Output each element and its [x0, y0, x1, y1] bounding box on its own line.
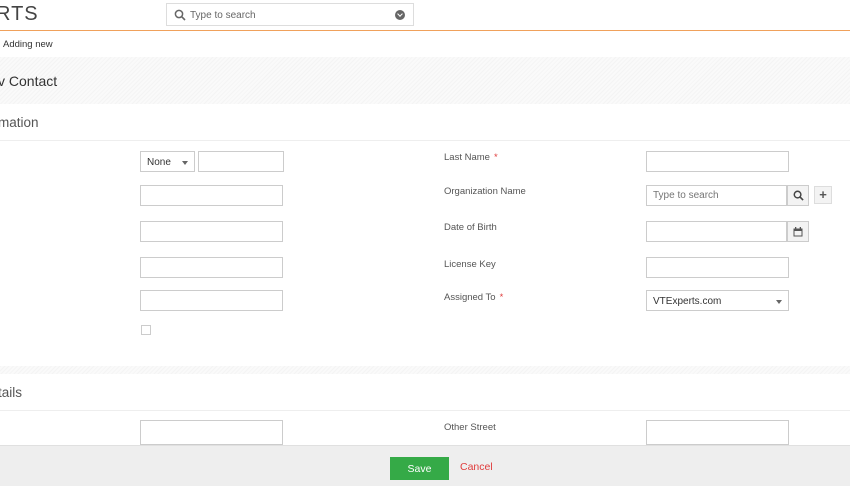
assigned-to-value: VTExperts.com — [653, 296, 722, 307]
page-title: v Contact — [0, 73, 58, 89]
mailing-street-field[interactable] — [140, 420, 283, 445]
salutation-select[interactable]: None — [140, 151, 195, 172]
cancel-link[interactable]: Cancel — [460, 461, 493, 473]
org-search-button[interactable] — [787, 185, 809, 206]
left-field-3[interactable] — [140, 221, 283, 242]
calendar-button[interactable] — [787, 221, 809, 242]
form-footer: Save Cancel — [0, 445, 850, 486]
left-field-5[interactable] — [140, 290, 283, 311]
section-separator — [0, 366, 850, 374]
section-address-details: tails — [0, 374, 850, 411]
other-street-label: Other Street — [444, 422, 496, 433]
top-bar: RTS — [0, 0, 850, 31]
last-name-field[interactable] — [646, 151, 789, 172]
calendar-icon — [793, 227, 803, 237]
section-basic-information: mation — [0, 104, 850, 141]
dob-label: Date of Birth — [444, 222, 497, 233]
license-key-field[interactable] — [646, 257, 789, 278]
assigned-to-select[interactable]: VTExperts.com — [646, 290, 789, 311]
breadcrumb: Adding new — [3, 39, 53, 50]
salutation-value: None — [147, 157, 171, 168]
save-button[interactable]: Save — [390, 457, 449, 480]
section-title-basic: mation — [0, 115, 39, 130]
chevron-down-icon — [182, 161, 188, 165]
global-search[interactable] — [166, 3, 414, 26]
search-options-icon[interactable] — [395, 10, 405, 20]
chevron-down-icon — [776, 300, 782, 304]
left-field-4[interactable] — [140, 257, 283, 278]
other-street-field[interactable] — [646, 420, 789, 445]
app-logo[interactable]: RTS — [0, 3, 39, 26]
left-checkbox[interactable] — [141, 325, 151, 335]
assigned-to-label: Assigned To * — [444, 292, 504, 303]
search-icon — [174, 9, 186, 21]
section-title-address: tails — [0, 385, 23, 400]
org-name-label: Organization Name — [444, 186, 526, 197]
global-search-input[interactable] — [188, 7, 382, 24]
license-key-label: License Key — [444, 259, 496, 270]
title-bar: v Contact — [0, 57, 850, 104]
left-field-2[interactable] — [140, 185, 283, 206]
last-name-label: Last Name * — [444, 152, 498, 163]
org-search-input[interactable] — [646, 185, 787, 206]
search-icon — [793, 190, 804, 201]
dob-field[interactable] — [646, 221, 787, 242]
add-organization-icon[interactable]: + — [814, 186, 832, 204]
first-name-field[interactable] — [198, 151, 284, 172]
